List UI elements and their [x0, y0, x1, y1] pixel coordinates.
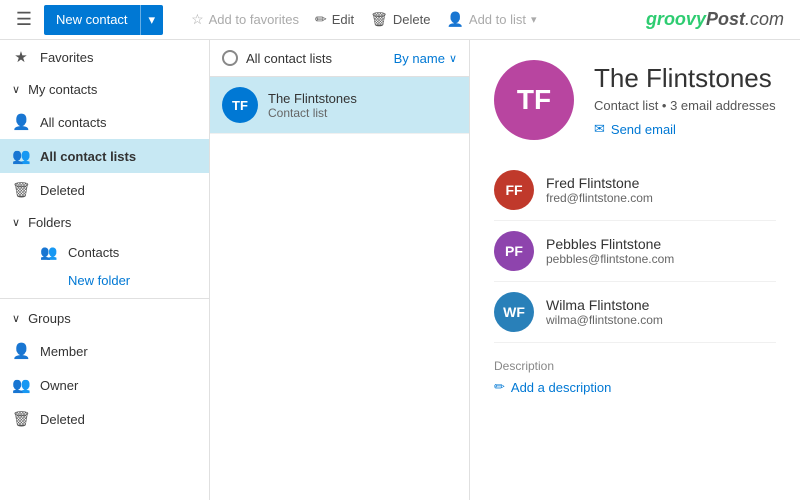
contact-list-item[interactable]: TF The Flintstones Contact list	[210, 77, 469, 134]
send-email-button[interactable]: ✉ Send email	[594, 121, 776, 137]
sidebar-sub-folders: 👥 Contacts New folder	[0, 238, 209, 294]
delete-action[interactable]: 🗑 Delete	[370, 11, 430, 28]
contact-members: FF Fred Flintstone fred@flintstone.com P…	[494, 160, 776, 343]
member-info-wilma: Wilma Flintstone wilma@flintstone.com	[546, 297, 663, 327]
detail-header: TF The Flintstones Contact list • 3 emai…	[494, 60, 776, 140]
people-icon: 👥	[12, 147, 30, 165]
folder-people-icon: 👥	[40, 244, 58, 261]
description-section: Description ✏ Add a description	[494, 359, 776, 395]
sidebar-item-deleted[interactable]: 🗑 Deleted	[0, 173, 209, 207]
new-contact-button[interactable]: New contact ▾	[44, 5, 163, 35]
all-contact-lists-label: All contact lists	[222, 50, 332, 66]
detail-name: The Flintstones	[594, 63, 776, 94]
chevron-down-sort-icon: ∨	[449, 52, 457, 65]
detail-info: The Flintstones Contact list • 3 email a…	[594, 63, 776, 137]
avatar-large: TF	[494, 60, 574, 140]
main-content: ★ Favorites ∨ My contacts 👤 All contacts…	[0, 40, 800, 500]
logo-groovy: groovy	[646, 9, 706, 29]
sidebar-item-favorites[interactable]: ★ Favorites	[0, 40, 209, 74]
add-description-button[interactable]: ✏ Add a description	[494, 379, 776, 395]
avatar-pf: PF	[494, 231, 534, 271]
chevron-down-icon-3: ∨	[12, 312, 20, 325]
logo-post: Post	[706, 9, 745, 29]
contact-list-panel: All contact lists By name ∨ TF The Flint…	[210, 40, 470, 500]
contact-list-header: All contact lists By name ∨	[210, 40, 469, 77]
person-add-icon: 👤	[446, 11, 463, 28]
detail-meta: Contact list • 3 email addresses	[594, 98, 776, 113]
new-contact-dropdown-arrow[interactable]: ▾	[141, 5, 164, 35]
sidebar-item-all-contacts[interactable]: 👤 All contacts	[0, 105, 209, 139]
add-to-list-action[interactable]: 👤 Add to list ▾	[446, 11, 536, 28]
member-item-fred[interactable]: FF Fred Flintstone fred@flintstone.com	[494, 160, 776, 221]
avatar-wf: WF	[494, 292, 534, 332]
avatar-tf: TF	[222, 87, 258, 123]
sidebar-item-groups-deleted[interactable]: 🗑 Deleted	[0, 402, 209, 436]
add-favorites-action[interactable]: ☆ Add to favorites	[191, 11, 299, 28]
star-icon: ☆	[191, 11, 204, 28]
chevron-down-icon: ∨	[12, 83, 20, 96]
sort-button[interactable]: By name ∨	[394, 51, 457, 66]
member-info-pebbles: Pebbles Flintstone pebbles@flintstone.co…	[546, 236, 674, 266]
hamburger-button[interactable]: ☰	[8, 4, 40, 36]
edit-action[interactable]: ✏ Edit	[315, 11, 354, 28]
delete-icon: 🗑	[12, 181, 30, 199]
person-icon: 👤	[12, 113, 30, 131]
owner-icon: 👥	[12, 376, 30, 394]
chevron-down-icon-2: ∨	[12, 216, 20, 229]
contact-info: The Flintstones Contact list	[268, 91, 357, 120]
sidebar-item-member[interactable]: 👤 Member	[0, 334, 209, 368]
logo: groovyPost.com	[646, 9, 792, 30]
delete-icon-2: 🗑	[12, 410, 30, 428]
member-icon: 👤	[12, 342, 30, 360]
menu-icon: ☰	[16, 9, 32, 30]
new-folder-link[interactable]: New folder	[28, 267, 209, 294]
logo-com: com	[750, 9, 784, 29]
sidebar-sub-contacts[interactable]: 👥 Contacts	[28, 238, 209, 267]
sidebar-section-my-contacts[interactable]: ∨ My contacts	[0, 74, 209, 105]
edit-icon: ✏	[315, 11, 327, 28]
new-contact-main[interactable]: New contact	[44, 5, 141, 35]
sidebar-section-folders[interactable]: ∨ Folders	[0, 207, 209, 238]
pencil-icon: ✏	[494, 379, 505, 395]
sidebar-divider	[0, 298, 209, 299]
star-filled-icon: ★	[12, 48, 30, 66]
radio-circle	[222, 50, 238, 66]
member-item-pebbles[interactable]: PF Pebbles Flintstone pebbles@flintstone…	[494, 221, 776, 282]
add-to-list-arrow-icon: ▾	[531, 13, 537, 26]
toolbar-actions: ☆ Add to favorites ✏ Edit 🗑 Delete 👤 Add…	[191, 11, 536, 28]
detail-panel: TF The Flintstones Contact list • 3 emai…	[470, 40, 800, 500]
description-label: Description	[494, 359, 776, 373]
member-info-fred: Fred Flintstone fred@flintstone.com	[546, 175, 653, 205]
contact-list-items: TF The Flintstones Contact list	[210, 77, 469, 500]
envelope-icon: ✉	[594, 121, 605, 137]
member-item-wilma[interactable]: WF Wilma Flintstone wilma@flintstone.com	[494, 282, 776, 343]
toolbar: ☰ New contact ▾ ☆ Add to favorites ✏ Edi…	[0, 0, 800, 40]
sidebar-item-all-contact-lists[interactable]: 👥 All contact lists	[0, 139, 209, 173]
sidebar: ★ Favorites ∨ My contacts 👤 All contacts…	[0, 40, 210, 500]
avatar-ff: FF	[494, 170, 534, 210]
trash-icon: 🗑	[370, 11, 388, 28]
sidebar-item-owner[interactable]: 👥 Owner	[0, 368, 209, 402]
sidebar-section-groups[interactable]: ∨ Groups	[0, 303, 209, 334]
